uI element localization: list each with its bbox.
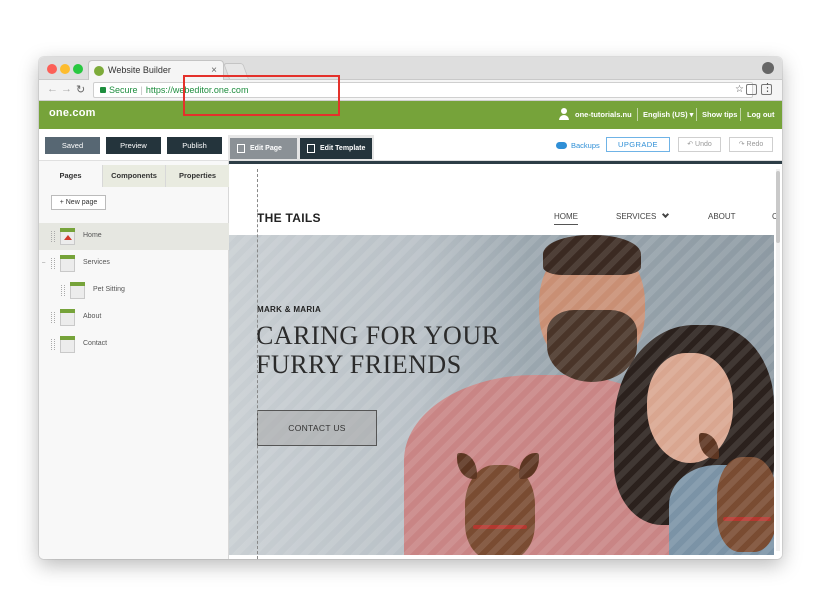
browser-window: Website Builder × ← → ↻ Secure | https://w… bbox=[39, 57, 782, 559]
saved-button[interactable]: Saved bbox=[45, 137, 100, 154]
tab-title: Website Builder bbox=[108, 65, 171, 75]
reload-icon[interactable]: ↻ bbox=[76, 83, 85, 96]
drag-handle-icon[interactable] bbox=[51, 258, 55, 269]
address-bar: ← → ↻ Secure | https://webeditor.one.com ☆… bbox=[39, 80, 782, 101]
page-icon bbox=[70, 282, 85, 299]
close-window-icon[interactable] bbox=[47, 64, 57, 74]
tab-properties[interactable]: Properties bbox=[165, 165, 229, 187]
contact-us-button[interactable]: CONTACT US bbox=[257, 410, 377, 446]
show-tips-link[interactable]: Show tips bbox=[702, 110, 737, 119]
editor-toolbar: Saved Preview Publish Edit Page Edit Tem… bbox=[39, 129, 782, 161]
app-header: one.com one-tutorials.nu English (US) ▾ … bbox=[39, 101, 782, 129]
forward-arrow-icon[interactable]: → bbox=[61, 83, 72, 95]
drag-handle-icon[interactable] bbox=[61, 285, 65, 296]
page-icon bbox=[60, 255, 75, 272]
back-arrow-icon[interactable]: ← bbox=[47, 83, 58, 95]
hero-overlay bbox=[229, 235, 774, 555]
nav-services[interactable]: SERVICES bbox=[616, 210, 670, 221]
edit-page-label: Edit Page bbox=[250, 145, 282, 152]
drag-handle-icon[interactable] bbox=[51, 339, 55, 350]
nav-services-label: SERVICES bbox=[616, 212, 657, 221]
preview-button[interactable]: Preview bbox=[106, 137, 161, 154]
collapse-icon[interactable]: – bbox=[42, 260, 45, 266]
canvas-top-border bbox=[229, 161, 782, 164]
divider bbox=[637, 108, 638, 121]
browser-menu-icon[interactable]: ⋮ bbox=[762, 83, 773, 94]
page-item-pet-sitting[interactable]: Pet Sitting bbox=[39, 277, 229, 304]
page-item-contact[interactable]: Contact bbox=[39, 331, 229, 358]
lock-icon bbox=[100, 87, 106, 93]
edit-template-label: Edit Template bbox=[320, 145, 366, 152]
new-page-button[interactable]: + New page bbox=[51, 195, 106, 210]
camera-extension-icon[interactable] bbox=[746, 84, 757, 95]
language-select[interactable]: English (US) ▾ bbox=[643, 110, 693, 119]
layout-guide-line bbox=[257, 169, 258, 559]
hero-title[interactable]: CARING FOR YOUR FURRY FRIENDS bbox=[256, 321, 556, 379]
secure-label: Secure bbox=[109, 85, 138, 95]
template-icon bbox=[307, 144, 315, 153]
page-item-home[interactable]: Home bbox=[39, 223, 229, 250]
pages-sidebar: Pages Components Properties + New page H… bbox=[39, 161, 229, 559]
cloud-icon bbox=[556, 142, 567, 149]
page-item-about[interactable]: About bbox=[39, 304, 229, 331]
site-title[interactable]: THE TAILS bbox=[257, 211, 321, 225]
page-item-services[interactable]: – Services bbox=[39, 250, 229, 277]
user-icon bbox=[559, 108, 569, 120]
page-icon bbox=[60, 309, 75, 326]
page-label: About bbox=[83, 313, 102, 320]
page-label: Contact bbox=[83, 340, 108, 347]
drag-handle-icon[interactable] bbox=[51, 231, 55, 242]
drag-handle-icon[interactable] bbox=[51, 312, 55, 323]
tab-components[interactable]: Components bbox=[102, 165, 165, 187]
title-bar: Website Builder × bbox=[39, 57, 782, 80]
edit-mode-switch: Edit Page Edit Template bbox=[228, 135, 374, 160]
favicon-icon bbox=[94, 66, 104, 76]
minimize-window-icon[interactable] bbox=[60, 64, 70, 74]
log-out-link[interactable]: Log out bbox=[747, 110, 775, 119]
redo-button[interactable]: ↷ Redo bbox=[729, 137, 773, 152]
upgrade-button[interactable]: UPGRADE bbox=[606, 137, 670, 152]
bookmark-star-icon[interactable]: ☆ bbox=[735, 83, 744, 97]
highlight-box bbox=[183, 75, 340, 116]
backups-label: Backups bbox=[571, 141, 600, 150]
edit-template-button[interactable]: Edit Template bbox=[300, 138, 372, 159]
backups-link[interactable]: Backups bbox=[556, 141, 600, 150]
page-icon bbox=[237, 144, 245, 153]
page-label: Services bbox=[83, 259, 110, 266]
profile-icon[interactable] bbox=[762, 62, 774, 74]
scrollbar-thumb[interactable] bbox=[776, 171, 780, 243]
tab-pages[interactable]: Pages bbox=[39, 165, 102, 187]
editor-canvas[interactable]: THE TAILS HOME SERVICES ABOUT C MARK & M… bbox=[229, 161, 782, 559]
hero-subtitle[interactable]: MARK & MARIA bbox=[257, 305, 321, 314]
page-label: Pet Sitting bbox=[93, 286, 125, 293]
domain-menu[interactable]: one-tutorials.nu bbox=[575, 110, 632, 119]
chevron-down-icon bbox=[662, 210, 670, 219]
maximize-window-icon[interactable] bbox=[73, 64, 83, 74]
edit-page-button[interactable]: Edit Page bbox=[230, 138, 297, 159]
page-icon bbox=[60, 336, 75, 353]
brand-logo[interactable]: one.com bbox=[49, 107, 96, 119]
publish-button[interactable]: Publish bbox=[167, 137, 222, 154]
hero-section[interactable]: MARK & MARIA CARING FOR YOUR FURRY FRIEN… bbox=[229, 235, 774, 555]
home-page-icon bbox=[60, 228, 75, 245]
divider bbox=[740, 108, 741, 121]
nav-home[interactable]: HOME bbox=[554, 212, 578, 225]
undo-button[interactable]: ↶ Undo bbox=[678, 137, 721, 152]
page-label: Home bbox=[83, 232, 102, 239]
divider bbox=[696, 108, 697, 121]
nav-about[interactable]: ABOUT bbox=[708, 212, 736, 221]
